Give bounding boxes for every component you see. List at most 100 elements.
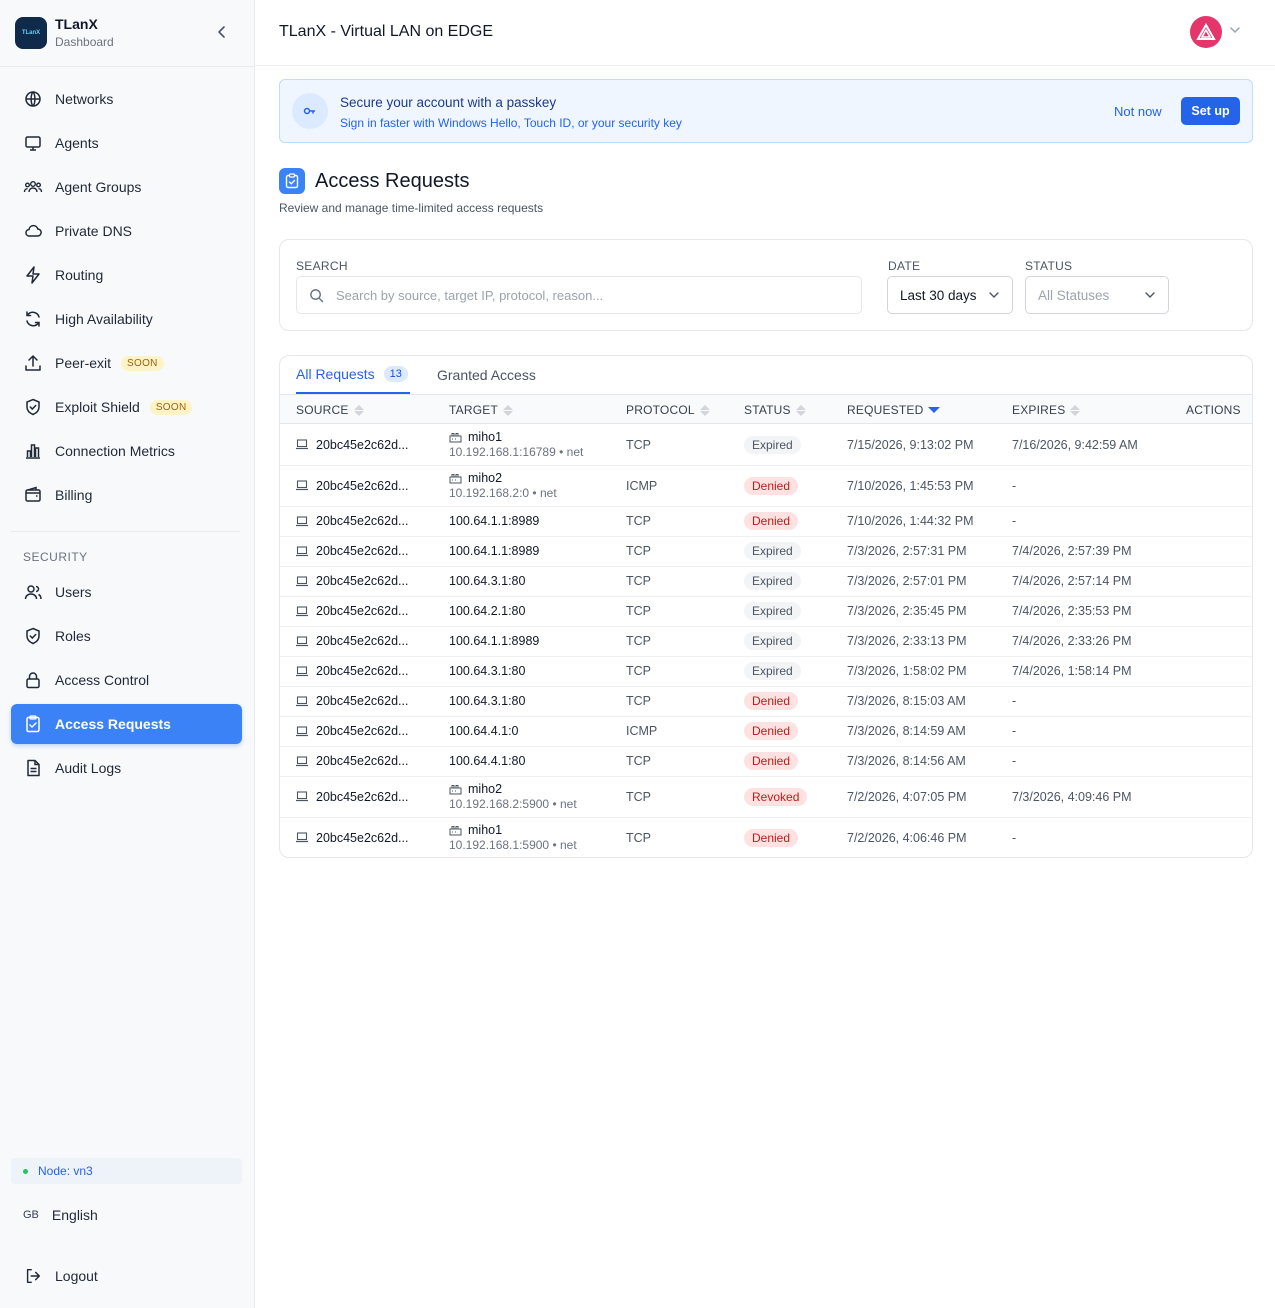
laptop-icon [296,439,308,450]
status-cell: Expired [744,435,801,454]
table-row[interactable]: 20bc45e2c62d... 100.64.4.1:0 ICMP Denied 7/3… [280,717,1252,747]
table-row[interactable]: 20bc45e2c62d... miho1 10.192.168.1:5900 • … [280,818,1252,857]
requested-cell: 7/3/2026, 8:14:56 AM [847,754,966,768]
column-source-label: SOURCE [296,403,349,417]
search-input[interactable] [336,287,836,303]
column-expires[interactable]: EXPIRES [1012,403,1081,417]
column-requested[interactable]: REQUESTED [847,403,941,417]
sidebar-item-label: High Availability [55,311,153,327]
lock-icon [23,670,43,690]
expires-cell: 7/16/2026, 9:42:59 AM [1012,437,1138,452]
protocol-cell: TCP [626,544,651,558]
table-row[interactable]: 20bc45e2c62d... 100.64.3.1:80 TCP Denied 7/3… [280,687,1252,717]
tab-all-requests[interactable]: All Requests 13 [296,356,410,394]
source-cell: 20bc45e2c62d... [296,664,408,678]
shield-check-icon [23,397,43,417]
target-name: miho1 [468,430,503,444]
set-up-button[interactable]: Set up [1181,97,1240,125]
status-cell: Expired [744,602,801,620]
sidebar-item-routing[interactable]: Routing [11,255,242,295]
protocol-cell: TCP [626,437,651,452]
laptop-icon [296,695,308,707]
sidebar-item-access-control[interactable]: Access Control [11,660,242,700]
sidebar-item-billing[interactable]: Billing [11,475,242,515]
table-row[interactable]: 20bc45e2c62d... 100.64.3.1:80 TCP Expired 7/… [280,657,1252,687]
table-row[interactable]: 20bc45e2c62d... miho2 10.192.168.2:0 • net… [280,466,1252,507]
table-row[interactable]: 20bc45e2c62d... miho2 10.192.168.2:5900 • … [280,777,1252,818]
expires-cell: - [1012,724,1017,738]
table-row[interactable]: 20bc45e2c62d... 100.64.1.1:8989 TCP Expired… [280,537,1252,567]
logout-icon [23,1266,43,1286]
table-row[interactable]: 20bc45e2c62d... 100.64.1.1:8989 TCP Expired… [280,627,1252,657]
banner-title: Secure your account with a passkey [340,95,557,110]
requested-cell: 7/3/2026, 2:35:45 PM [847,604,967,618]
sidebar-item-label: Exploit Shield [55,399,140,415]
requests-table-card: All Requests 13 Granted Access SOURCE TA… [279,355,1253,858]
status-badge: Expired [744,662,801,680]
sidebar-item-exploit-shield[interactable]: Exploit Shield SOON [11,387,242,427]
not-now-button[interactable]: Not now [1114,104,1162,119]
table-row[interactable]: 20bc45e2c62d... 100.64.2.1:80 TCP Expired 7/… [280,597,1252,627]
users-icon [23,582,43,602]
logout-button[interactable]: Logout [23,1266,98,1286]
sidebar-item-label: Audit Logs [55,760,122,776]
user-menu-chevron[interactable] [1229,24,1241,39]
sidebar-item-networks[interactable]: Networks [11,79,242,119]
sidebar-item-connection-metrics[interactable]: Connection Metrics [11,431,242,471]
column-protocol[interactable]: PROTOCOL [626,403,710,417]
document-icon [23,758,43,778]
tab-granted-access[interactable]: Granted Access [437,356,536,394]
sidebar-item-agent-groups[interactable]: Agent Groups [11,167,242,207]
sidebar-item-users[interactable]: Users [11,572,242,612]
avatar-logo-icon [1196,23,1216,40]
table-row[interactable]: 20bc45e2c62d... miho1 10.192.168.1:16789 •… [280,425,1252,466]
collapse-sidebar-button[interactable] [212,22,232,42]
passkey-banner: Secure your account with a passkey Sign … [279,79,1253,143]
target-address: 10.192.168.2:5900 [449,797,550,811]
sidebar-item-roles[interactable]: Roles [11,616,242,656]
refresh-icon [23,309,43,329]
sidebar-item-peer-exit[interactable]: Peer-exit SOON [11,343,242,383]
column-status[interactable]: STATUS [744,403,806,417]
search-field[interactable] [296,276,862,314]
column-source[interactable]: SOURCE [296,403,364,417]
language-selector[interactable]: GB English [23,1207,98,1223]
user-avatar[interactable] [1190,16,1222,48]
sidebar-item-high-availability[interactable]: High Availability [11,299,242,339]
expires-cell: - [1012,514,1017,528]
sidebar-item-private-dns[interactable]: Private DNS [11,211,242,251]
requested-cell: 7/3/2026, 1:58:02 PM [847,664,967,678]
requested-cell: 7/15/2026, 9:13:02 PM [847,437,974,452]
bolt-icon [23,265,43,285]
sidebar-item-agents[interactable]: Agents [11,123,242,163]
laptop-icon [296,605,308,617]
brand[interactable]: TLanX TLanX Dashboard [15,16,114,50]
sidebar-item-access-requests[interactable]: Access Requests [11,704,242,744]
protocol-cell: TCP [626,754,651,768]
sort-desc-icon [928,407,941,413]
source-value: 20bc45e2c62d... [316,830,409,845]
tab-all-requests-label: All Requests [296,366,375,382]
clipboard-check-icon [279,168,305,194]
date-select[interactable]: Last 30 days [887,276,1013,314]
target-net: net [560,797,577,811]
source-cell: 20bc45e2c62d... [296,574,408,588]
column-target-label: TARGET [449,403,498,417]
language-name: English [51,1207,98,1223]
header-title: TLanX - Virtual LAN on EDGE [279,23,494,40]
server-icon [449,432,462,443]
status-cell: Expired [744,662,801,680]
requested-cell: 7/10/2026, 1:45:53 PM [847,478,974,493]
sidebar-item-label: Routing [55,267,104,283]
source-cell: 20bc45e2c62d... [296,831,408,845]
table-row[interactable]: 20bc45e2c62d... 100.64.4.1:80 TCP Denied 7/3… [280,747,1252,777]
sidebar-item-label: Peer-exit [55,355,112,371]
expires-cell: 7/4/2026, 2:57:39 PM [1012,544,1132,558]
status-select[interactable]: All Statuses [1025,276,1169,314]
sidebar-item-label: Access Requests [55,716,171,732]
column-target[interactable]: TARGET [449,403,513,417]
table-row[interactable]: 20bc45e2c62d... 100.64.1.1:8989 TCP Denied 7… [280,507,1252,537]
sidebar-item-audit-logs[interactable]: Audit Logs [11,748,242,788]
table-row[interactable]: 20bc45e2c62d... 100.64.3.1:80 TCP Expired 7/… [280,567,1252,597]
source-value: 20bc45e2c62d... [316,724,409,738]
